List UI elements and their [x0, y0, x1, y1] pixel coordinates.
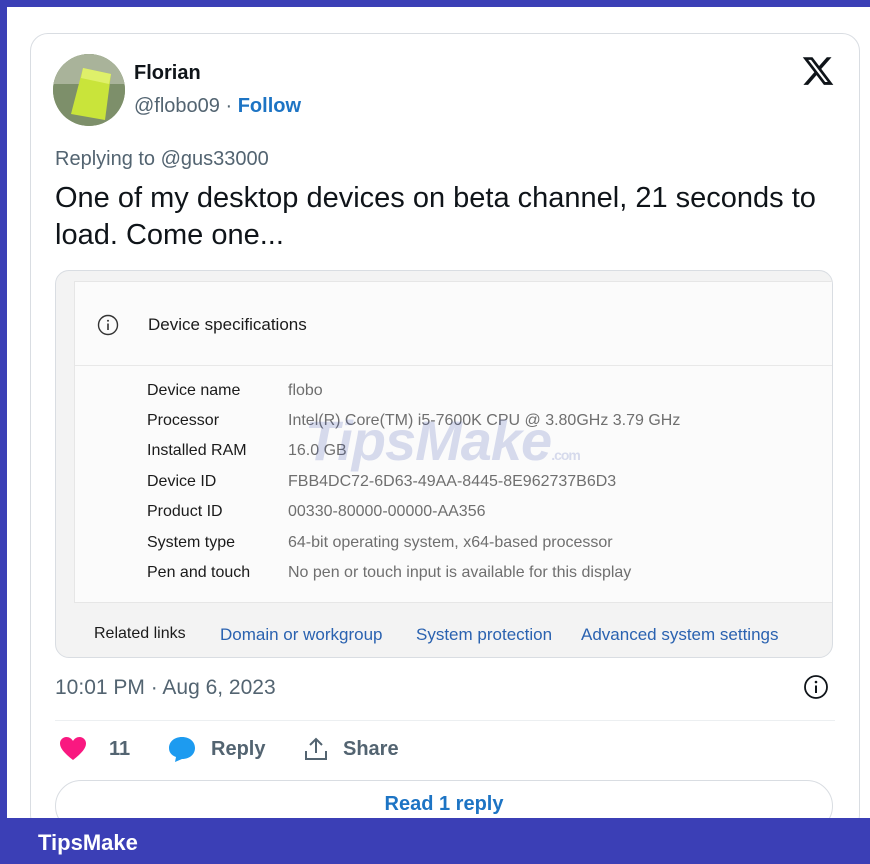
spec-row-processor: Processor Intel(R) Core(TM) i5-7600K CPU… [147, 412, 787, 442]
device-specs-title: Device specifications [148, 315, 307, 334]
page-frame: Florian @flobo09 · Follow Replying to @g… [0, 0, 870, 864]
attached-screenshot[interactable]: Device specifications Device name flobo … [55, 270, 833, 658]
spec-value: No pen or touch input is available for t… [288, 564, 632, 581]
spec-label: Product ID [147, 503, 223, 520]
tweet-timestamp[interactable]: 10:01 PM · Aug 6, 2023 [55, 676, 276, 700]
spec-row-device-id: Device ID FBB4DC72-6D63-49AA-8445-8E9627… [147, 473, 787, 503]
spec-row-system-type: System type 64-bit operating system, x64… [147, 534, 787, 564]
link-system-protection[interactable]: System protection [416, 625, 552, 645]
spec-value: FBB4DC72-6D63-49AA-8445-8E962737B6D3 [288, 473, 617, 490]
spec-value: Intel(R) Core(TM) i5-7600K CPU @ 3.80GHz… [288, 412, 681, 429]
heart-icon [60, 737, 86, 760]
related-links-label: Related links [94, 625, 186, 642]
spec-value: 64-bit operating system, x64-based proce… [288, 534, 613, 551]
spec-row-device-name: Device name flobo [147, 382, 787, 412]
spec-label: Installed RAM [147, 442, 247, 459]
share-label: Share [343, 737, 399, 760]
spec-value: 00330-80000-00000-AA356 [288, 503, 486, 520]
spec-row-product-id: Product ID 00330-80000-00000-AA356 [147, 503, 787, 533]
share-button[interactable]: Share [303, 734, 399, 764]
tweet-text: One of my desktop devices on beta channe… [55, 182, 816, 251]
reply-label: Reply [211, 737, 266, 760]
footer-bar: TipsMake [0, 818, 870, 864]
author-handle[interactable]: @flobo09 [134, 95, 220, 117]
author-name[interactable]: Florian [134, 62, 201, 85]
spec-value: flobo [288, 382, 323, 399]
footer-brand: TipsMake [38, 830, 138, 855]
spec-label: Pen and touch [147, 564, 251, 581]
reply-button[interactable]: Reply [167, 734, 265, 764]
spec-row-pen-and-touch: Pen and touch No pen or touch input is a… [147, 564, 787, 594]
device-specs-panel: Device specifications Device name flobo … [74, 281, 832, 603]
related-links-bar: Related links Domain or workgroup System… [56, 607, 832, 657]
like-count: 11 [109, 737, 131, 760]
spec-row-installed-ram: Installed RAM 16.0 GB [147, 442, 787, 472]
share-icon [305, 737, 327, 760]
tweet-card: Florian @flobo09 · Follow Replying to @g… [30, 33, 860, 833]
author-handle-line: @flobo09 · Follow [134, 95, 301, 118]
spec-label: Device name [147, 382, 241, 399]
spec-label: Device ID [147, 473, 217, 490]
frame-border-left [0, 0, 7, 864]
info-icon [97, 314, 119, 336]
spec-value: 16.0 GB [288, 442, 347, 459]
divider [55, 720, 835, 721]
handle-separator: · [225, 95, 233, 117]
spec-label: System type [147, 534, 236, 551]
spec-label: Processor [147, 412, 220, 429]
avatar[interactable] [53, 54, 125, 126]
replying-to: Replying to @gus33000 [55, 148, 269, 170]
reply-bubble-icon [169, 737, 195, 762]
x-logo-icon[interactable] [801, 54, 835, 88]
follow-button[interactable]: Follow [238, 95, 301, 117]
link-domain-or-workgroup[interactable]: Domain or workgroup [220, 625, 383, 645]
link-advanced-system-settings[interactable]: Advanced system settings [581, 625, 778, 645]
info-circle-icon[interactable] [803, 674, 829, 700]
like-button[interactable]: 11 [59, 734, 130, 764]
device-specs-header: Device specifications [75, 282, 832, 366]
frame-border-top [0, 0, 870, 7]
